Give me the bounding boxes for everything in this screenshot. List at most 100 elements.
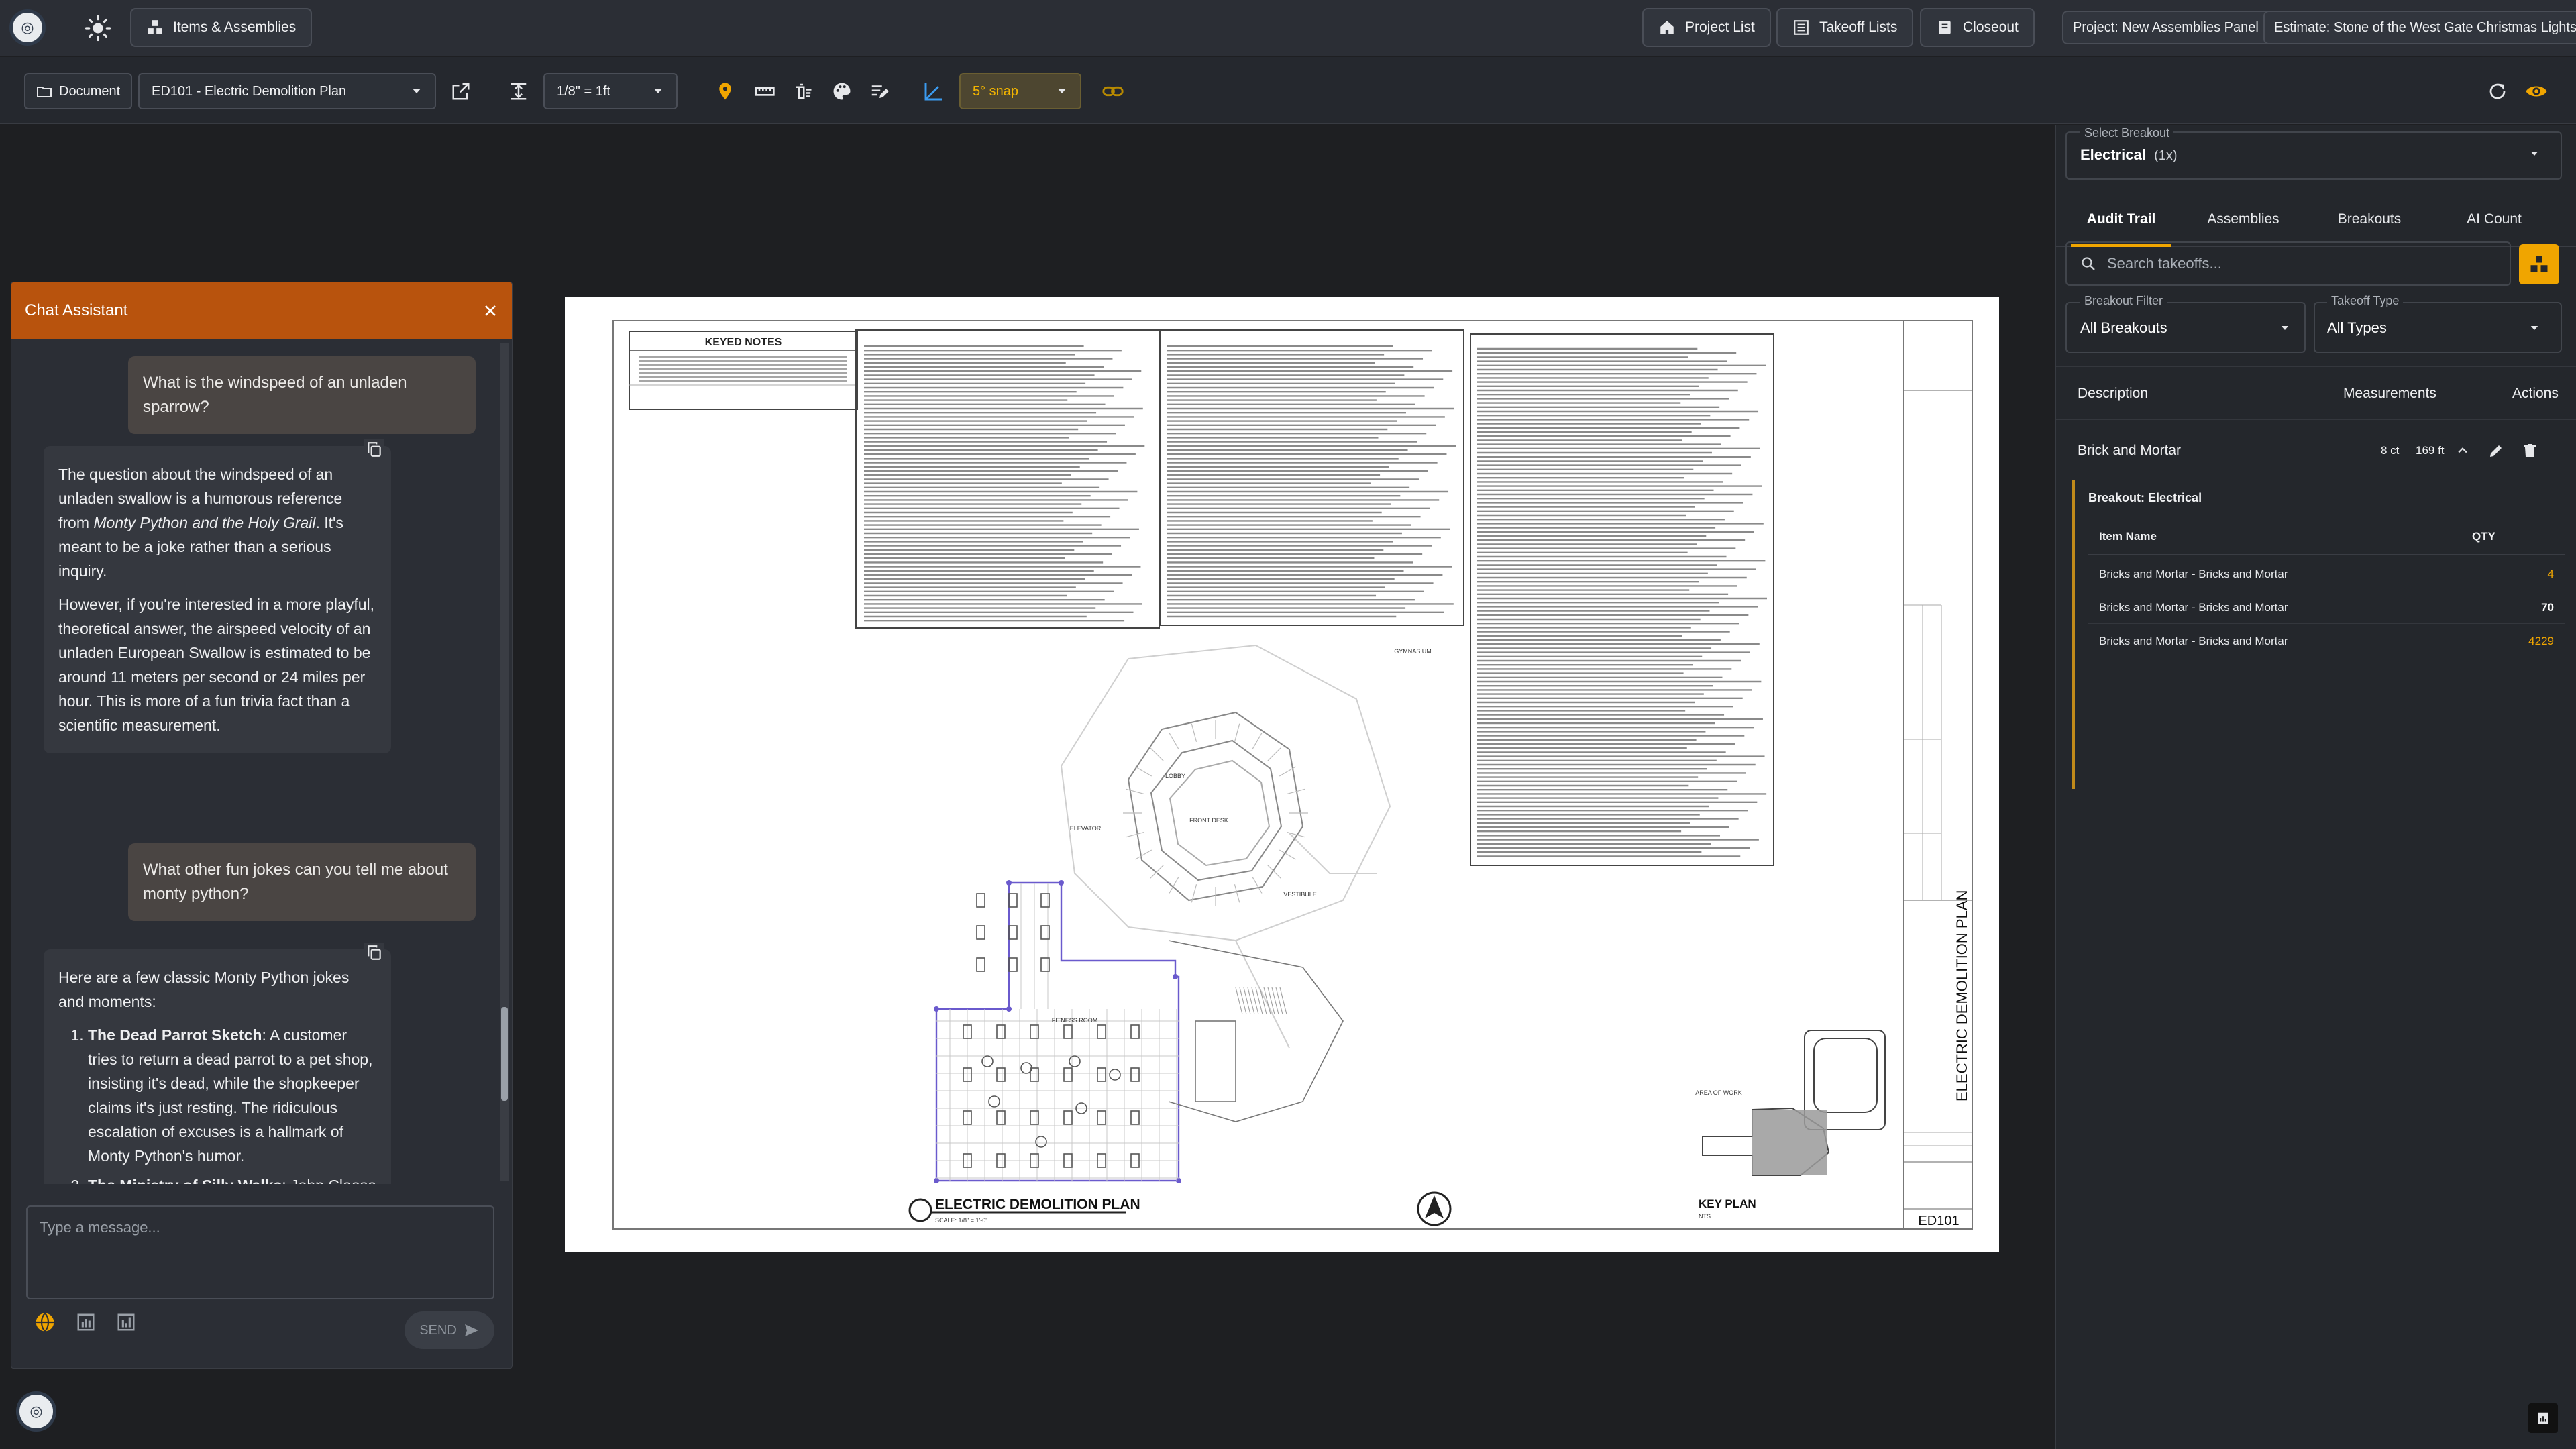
- scale-icon[interactable]: [508, 73, 529, 109]
- table-row[interactable]: Bricks and Mortar - Bricks and Mortar 4: [2088, 557, 2565, 590]
- tab-breakouts[interactable]: Breakouts: [2319, 192, 2420, 247]
- send-button[interactable]: SEND: [405, 1311, 494, 1349]
- item-qty: 4: [2547, 568, 2554, 580]
- document-button[interactable]: Document: [24, 73, 133, 109]
- light-fixture: [1008, 925, 1018, 940]
- stair-tread: [1263, 987, 1271, 1015]
- link-icon[interactable]: [1102, 73, 1124, 109]
- app-logo-icon[interactable]: ◎: [9, 9, 46, 46]
- caret-down-icon: [652, 85, 664, 97]
- palette-icon[interactable]: [832, 73, 852, 109]
- copy-icon[interactable]: [364, 943, 384, 963]
- takeoff-lists-button[interactable]: Takeoff Lists: [1776, 8, 1914, 47]
- project-list-label: Project List: [1685, 19, 1755, 35]
- light-fixture: [1008, 893, 1018, 908]
- list-item: The Ministry of Silly Walks: John Cleese…: [88, 1173, 376, 1184]
- takeoff-length: 169 ft: [2416, 444, 2445, 457]
- caret-down-icon[interactable]: [2528, 148, 2540, 160]
- ruler-icon[interactable]: [754, 73, 775, 109]
- panel-tabs: Audit Trail Assemblies Breakouts AI Coun…: [2056, 192, 2576, 247]
- device-symbol: [1069, 1055, 1081, 1067]
- light-fixture: [996, 1110, 1006, 1125]
- scale-select-value: 1/8" = 1ft: [557, 83, 610, 99]
- light-fixture: [996, 1024, 1006, 1039]
- search-takeoffs-field[interactable]: Search takeoffs...: [2065, 241, 2511, 286]
- tab-ai-count[interactable]: AI Count: [2444, 192, 2544, 247]
- chevron-up-icon[interactable]: [2456, 444, 2469, 458]
- snap-select-value: 5° snap: [973, 83, 1019, 99]
- seating-line: [1169, 733, 1179, 750]
- chat-message-input[interactable]: Type a message...: [26, 1205, 494, 1299]
- table-row[interactable]: Brick and Mortar 8 ct 169 ft: [2056, 420, 2576, 484]
- item-name: Bricks and Mortar - Bricks and Mortar: [2099, 601, 2288, 614]
- column-item-name: Item Name: [2099, 530, 2157, 543]
- light-fixture: [1130, 1110, 1140, 1125]
- assistant-avatar[interactable]: ◎: [16, 1391, 56, 1432]
- tab-audit-trail[interactable]: Audit Trail: [2071, 192, 2171, 247]
- seating-line: [1135, 766, 1152, 777]
- delete-sweep-icon[interactable]: [793, 73, 813, 109]
- chat-scrollbar[interactable]: [500, 343, 509, 1181]
- cubes-icon: [2529, 254, 2549, 274]
- item-name: Bricks and Mortar - Bricks and Mortar: [2099, 568, 2288, 580]
- document-toolbar: Document ED101 - Electric Demolition Pla…: [0, 57, 2576, 124]
- device-symbol: [981, 1055, 994, 1067]
- analytics-icon[interactable]: [116, 1312, 136, 1332]
- trash-icon[interactable]: [2522, 443, 2538, 459]
- edit-notes-icon[interactable]: [869, 73, 890, 109]
- edit-icon[interactable]: [2488, 443, 2504, 459]
- close-icon[interactable]: [482, 303, 498, 319]
- assistant-paragraph: The question about the windspeed of an u…: [58, 466, 343, 580]
- sheet-select[interactable]: ED101 - Electric Demolition Plan: [138, 73, 436, 109]
- seating-line: [1126, 788, 1144, 795]
- seating-line: [1135, 849, 1152, 860]
- chat-scrollbar-thumb[interactable]: [501, 1007, 508, 1101]
- light-fixture: [1097, 1067, 1106, 1082]
- light-fixture: [1063, 1024, 1073, 1039]
- caret-down-icon[interactable]: [2279, 322, 2291, 334]
- snap-select[interactable]: 5° snap: [959, 73, 1081, 109]
- globe-icon[interactable]: [34, 1311, 56, 1333]
- closeout-icon: [1936, 19, 1953, 36]
- jokes-list: The Dead Parrot Sketch: A customer tries…: [58, 1023, 376, 1184]
- seating-line: [1252, 733, 1263, 750]
- blueprint-canvas[interactable]: LOBBY FRONT DESK ELEVATOR FITNESS ROOM V…: [565, 297, 1999, 1252]
- user-message: What is the windspeed of an unladen spar…: [128, 356, 476, 434]
- seating-line: [1149, 747, 1164, 761]
- light-fixture: [976, 957, 985, 972]
- open-external-icon[interactable]: [451, 73, 471, 109]
- search-icon: [2080, 256, 2096, 272]
- stair-tread: [1239, 987, 1247, 1015]
- light-fixture: [1097, 1110, 1106, 1125]
- refresh-icon[interactable]: [2487, 73, 2508, 109]
- breakout-filter-value: All Breakouts: [2080, 319, 2167, 336]
- add-assembly-button[interactable]: [2519, 244, 2559, 284]
- eye-icon[interactable]: [2525, 73, 2548, 109]
- bar-chart-icon[interactable]: [76, 1312, 96, 1332]
- closeout-button[interactable]: Closeout: [1920, 8, 2035, 47]
- items-assemblies-button[interactable]: Items & Assemblies: [130, 8, 313, 47]
- seating-line: [1234, 884, 1240, 903]
- drawing-sheet[interactable]: LOBBY FRONT DESK ELEVATOR FITNESS ROOM V…: [565, 297, 1999, 1252]
- seating-line: [1126, 831, 1144, 838]
- project-indicator[interactable]: Project: New Assemblies Panel: [2062, 11, 2269, 44]
- angle-icon[interactable]: [923, 73, 945, 109]
- breakout-filter-label: Breakout Filter: [2080, 294, 2167, 308]
- estimate-indicator[interactable]: Estimate: Stone of the West Gate Christm…: [2263, 11, 2576, 44]
- table-row[interactable]: Bricks and Mortar - Bricks and Mortar 42…: [2088, 624, 2565, 657]
- list-icon: [1792, 19, 1810, 36]
- report-icon[interactable]: [2528, 1403, 2558, 1433]
- copy-icon[interactable]: [364, 439, 384, 460]
- map-pin-icon[interactable]: [715, 73, 735, 109]
- sun-icon[interactable]: [85, 15, 111, 42]
- stair-tread: [1279, 987, 1287, 1015]
- closeout-label: Closeout: [1963, 19, 2019, 35]
- table-row[interactable]: Bricks and Mortar - Bricks and Mortar 70: [2088, 590, 2565, 624]
- search-input[interactable]: Search takeoffs...: [2107, 255, 2222, 272]
- project-list-button[interactable]: Project List: [1642, 8, 1771, 47]
- tab-assemblies[interactable]: Assemblies: [2193, 192, 2294, 247]
- caret-down-icon[interactable]: [2528, 322, 2540, 334]
- scale-select[interactable]: 1/8" = 1ft: [543, 73, 678, 109]
- light-fixture: [1130, 1024, 1140, 1039]
- light-fixture: [1097, 1024, 1106, 1039]
